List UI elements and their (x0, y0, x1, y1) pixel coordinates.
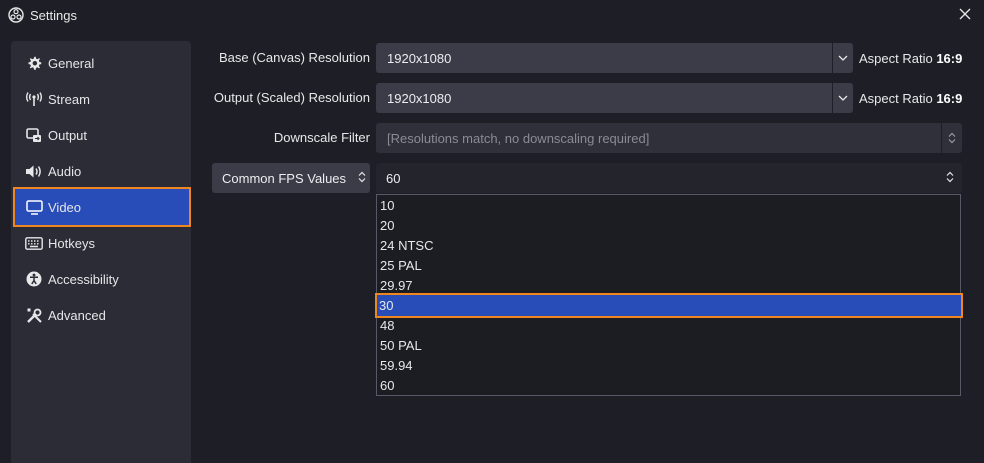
monitor-icon (25, 198, 43, 216)
antenna-icon (25, 90, 43, 108)
fps-option[interactable]: 29.97 (377, 275, 960, 295)
close-button[interactable] (952, 4, 978, 26)
window-title: Settings (30, 8, 77, 23)
updown-arrows-icon (941, 123, 962, 153)
sidebar-item-output[interactable]: Output (15, 117, 189, 153)
output-icon (25, 126, 43, 144)
sidebar-item-video[interactable]: Video (13, 187, 191, 227)
sidebar-item-label: Accessibility (48, 271, 119, 287)
downscale-filter-value: [Resolutions match, no downscaling requi… (387, 130, 650, 146)
speaker-icon (25, 162, 43, 180)
downscale-filter-label: Downscale Filter (273, 130, 370, 145)
fps-option[interactable]: 59.94 (377, 355, 960, 375)
base-resolution-value: 1920x1080 (387, 50, 452, 66)
fps-option[interactable]: 20 (377, 215, 960, 235)
sidebar-item-label: Video (48, 199, 82, 215)
updown-arrows-icon (946, 171, 954, 186)
output-resolution-value: 1920x1080 (387, 90, 452, 106)
fps-value-current: 60 (386, 170, 401, 186)
updown-arrows-icon (358, 171, 366, 186)
fps-option-highlighted[interactable]: 30 (375, 293, 963, 318)
accessibility-icon (25, 270, 43, 288)
obs-logo-icon (8, 7, 24, 23)
fps-option[interactable]: 24 NTSC (377, 235, 960, 255)
sidebar-item-stream[interactable]: Stream (15, 81, 189, 117)
sidebar-item-label: Stream (48, 91, 90, 107)
fps-type-combo[interactable]: Common FPS Values (212, 163, 370, 193)
aspect-ratio-value: 16:9 (936, 91, 963, 106)
fps-option[interactable]: 48 (377, 315, 960, 335)
title-bar: Settings (0, 0, 984, 30)
fps-options-dropdown: 10 20 24 NTSC 25 PAL 29.97 30 48 50 PAL … (375, 194, 963, 396)
chevron-down-icon[interactable] (832, 43, 853, 73)
fps-option[interactable]: 50 PAL (377, 335, 960, 355)
sidebar-item-label: Advanced (48, 307, 106, 323)
base-resolution-label: Base (Canvas) Resolution (218, 50, 370, 65)
downscale-filter-combo: [Resolutions match, no downscaling requi… (376, 123, 962, 153)
sidebar-item-accessibility[interactable]: Accessibility (15, 261, 189, 297)
output-aspect-ratio: Aspect Ratio 16:9 (859, 91, 962, 106)
output-resolution-label: Output (Scaled) Resolution (213, 90, 370, 105)
tools-icon (25, 306, 43, 324)
sidebar-item-audio[interactable]: Audio (15, 153, 189, 189)
aspect-ratio-label: Aspect Ratio (859, 91, 933, 106)
chevron-down-icon[interactable] (832, 83, 853, 113)
settings-sidebar: General Stream Output Audio Video Hotkey… (11, 41, 191, 463)
sidebar-item-label: Output (48, 127, 88, 143)
close-icon (959, 8, 971, 23)
sidebar-item-label: Audio (48, 163, 82, 179)
fps-option[interactable]: 25 PAL (377, 255, 960, 275)
sidebar-item-label: General (48, 55, 95, 71)
keyboard-icon (25, 234, 43, 252)
base-resolution-combo[interactable]: 1920x1080 (376, 43, 853, 73)
fps-value-combo[interactable]: 60 (376, 163, 962, 193)
aspect-ratio-value: 16:9 (936, 51, 963, 66)
sidebar-item-hotkeys[interactable]: Hotkeys (15, 225, 189, 261)
fps-option[interactable]: 60 (377, 375, 960, 395)
output-resolution-combo[interactable]: 1920x1080 (376, 83, 853, 113)
sidebar-item-label: Hotkeys (48, 235, 95, 251)
fps-type-value: Common FPS Values (222, 170, 347, 186)
sidebar-item-general[interactable]: General (15, 45, 189, 81)
aspect-ratio-label: Aspect Ratio (859, 51, 933, 66)
fps-option[interactable]: 10 (377, 195, 960, 215)
gear-icon (25, 54, 43, 72)
sidebar-item-advanced[interactable]: Advanced (15, 297, 189, 333)
base-aspect-ratio: Aspect Ratio 16:9 (859, 51, 962, 66)
